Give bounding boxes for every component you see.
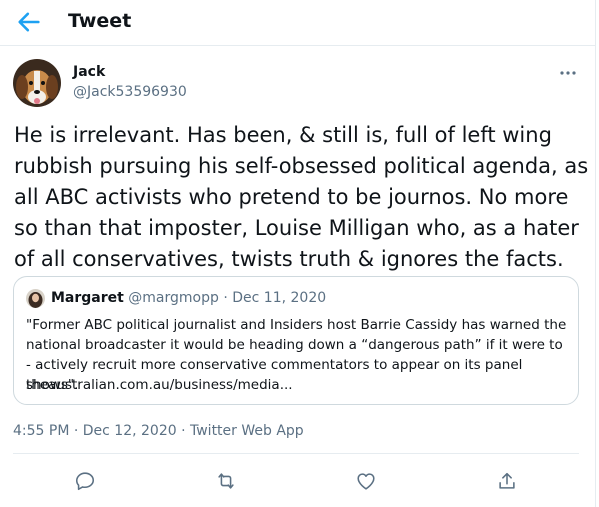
page-title: Tweet bbox=[68, 10, 132, 32]
quoted-avatar bbox=[26, 289, 45, 308]
more-horizontal-icon[interactable] bbox=[557, 62, 579, 84]
quoted-date: Dec 11, 2020 bbox=[232, 290, 327, 306]
retweet-icon[interactable] bbox=[215, 470, 237, 492]
reply-icon[interactable] bbox=[74, 470, 96, 492]
quoted-tweet[interactable]: Margaret @margmopp · Dec 11, 2020 "Forme… bbox=[13, 276, 579, 405]
divider bbox=[13, 453, 579, 454]
avatar[interactable] bbox=[13, 59, 61, 107]
author-name[interactable]: Jack bbox=[73, 64, 105, 80]
tweet-timestamp[interactable]: 4:55 PM · Dec 12, 2020 · Twitter Web App bbox=[13, 423, 304, 439]
arrow-left-icon[interactable] bbox=[15, 8, 43, 36]
quoted-link[interactable]: theaustralian.com.au/business/media... bbox=[26, 375, 293, 395]
tweet-text: He is irrelevant. Has been, & still is, … bbox=[14, 123, 589, 271]
like-icon[interactable] bbox=[355, 470, 377, 492]
quoted-handle: @margmopp bbox=[128, 290, 219, 306]
author-handle[interactable]: @Jack53596930 bbox=[73, 84, 187, 100]
right-border bbox=[595, 0, 596, 507]
quoted-name: Margaret bbox=[51, 290, 124, 306]
quoted-header: Margaret @margmopp · Dec 11, 2020 bbox=[51, 290, 326, 306]
share-icon[interactable] bbox=[496, 470, 518, 492]
quoted-separator: · bbox=[218, 290, 233, 306]
header: Tweet bbox=[0, 0, 596, 46]
